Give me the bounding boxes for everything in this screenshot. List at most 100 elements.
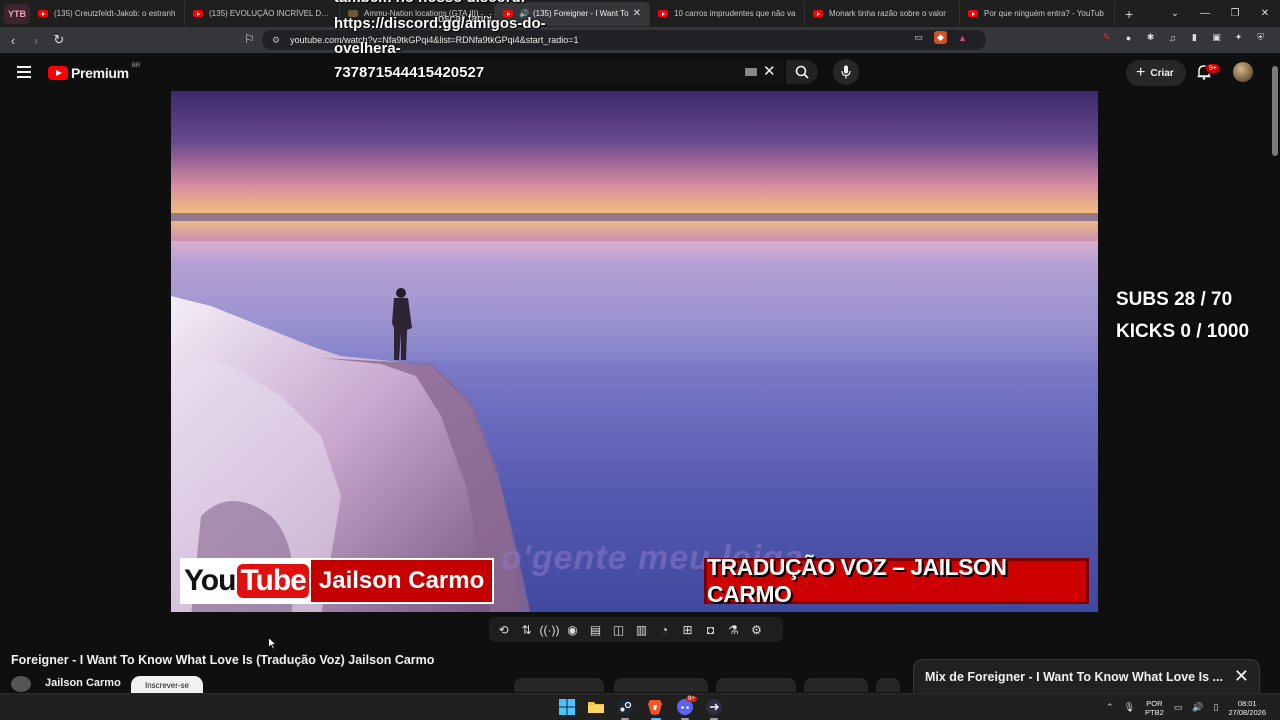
brave-rewards-icon[interactable]: ▲ — [956, 31, 969, 44]
window-controls: ⌄ — ❐ ✕ — [1160, 0, 1280, 27]
mix-title: Mix de Foreigner - I Want To Know What L… — [925, 670, 1223, 684]
overlay-line: ovelhera- — [334, 40, 401, 57]
close-window-icon[interactable]: ✕ — [1250, 8, 1280, 19]
cinema-icon[interactable]: ▤ — [587, 621, 604, 638]
standing-person-image — [392, 288, 412, 360]
back-icon[interactable]: ‹ — [3, 33, 23, 48]
create-label: Criar — [1150, 67, 1174, 79]
watermark-tube: Tube — [237, 564, 309, 598]
horizon-mountains — [171, 213, 1098, 221]
tab-list-chevron-icon[interactable]: ⌄ — [1160, 8, 1190, 19]
vpn-icon[interactable]: ⛨ — [1254, 31, 1267, 44]
create-button[interactable]: + Criar — [1126, 60, 1186, 86]
speed-icon[interactable]: ◔ — [656, 621, 673, 638]
system-tray: ⌃ 🎙 POR PTB2 ▭ 🔊 ▯ 08:01 27/08/2026 — [1106, 694, 1280, 720]
account-avatar[interactable] — [1233, 62, 1253, 82]
tab-title: (135) Foreigner - I Want To — [532, 9, 629, 18]
video-player[interactable]: You Tube Jailson Carmo o'gente meu leiga… — [171, 91, 1098, 612]
channel-name[interactable]: Jailson Carmo — [45, 677, 121, 689]
remix-button[interactable] — [716, 678, 796, 692]
app-icon[interactable] — [705, 698, 723, 716]
screenshot-icon[interactable]: ◘ — [702, 621, 719, 638]
keyboard-icon[interactable] — [745, 68, 757, 76]
loop-icon[interactable]: ⟲ — [495, 621, 512, 638]
windows-taskbar: 9+ ⌃ 🎙 POR PTB2 ▭ 🔊 ▯ 08:01 27/08/2026 — [0, 693, 1280, 720]
channel-avatar[interactable] — [11, 676, 31, 692]
sort-icon[interactable]: ⇅ — [518, 621, 535, 638]
share-button[interactable] — [614, 678, 708, 692]
reload-icon[interactable]: ↻ — [49, 32, 69, 48]
wallet-icon[interactable]: ▣ — [1210, 31, 1223, 44]
tab-title: Monark tinha razão sobre o valor — [829, 9, 946, 18]
tab-group-label[interactable]: YTB — [4, 3, 30, 24]
restore-icon[interactable]: ❐ — [1220, 8, 1250, 19]
more-actions-button[interactable] — [876, 678, 900, 692]
clear-search-icon[interactable]: ✕ — [763, 62, 776, 80]
hamburger-menu-icon[interactable] — [17, 66, 31, 81]
overlay-line: https://discord.gg/amigos-do- — [334, 15, 546, 32]
discord-badge: 9+ — [686, 696, 697, 702]
scrollbar-thumb[interactable] — [1272, 66, 1278, 156]
youtube-icon — [813, 10, 823, 17]
voice-search-button[interactable] — [833, 59, 859, 85]
logo-text: Premium — [71, 65, 129, 81]
view-icon[interactable]: ◉ — [564, 621, 581, 638]
watermark-channel-name: Jailson Carmo — [310, 560, 493, 602]
browser-tab[interactable]: 10 carros imprudentes que não va — [650, 1, 805, 26]
brave-browser-icon[interactable] — [646, 698, 664, 716]
settings-gear-icon[interactable]: ⚙ — [748, 621, 765, 638]
keyboard-layout: PTB2 — [1145, 707, 1164, 717]
cast-icon[interactable]: ▭ — [912, 31, 925, 44]
microphone-tray-icon[interactable]: 🎙 — [1124, 702, 1135, 713]
steam-icon[interactable] — [616, 698, 634, 716]
extension-icon[interactable]: ● — [1122, 31, 1135, 44]
browser-tab[interactable]: Monark tinha razão sobre o valor — [805, 1, 960, 26]
browser-tab[interactable]: Por que ninguém entra? - YouTub — [960, 1, 1115, 26]
network-icon[interactable]: ▭ — [1174, 702, 1183, 713]
pip-icon[interactable]: ◫ — [610, 621, 627, 638]
language-code: POR — [1146, 698, 1163, 708]
mix-playlist-panel[interactable]: Mix de Foreigner - I Want To Know What L… — [913, 659, 1260, 693]
brave-shield-icon[interactable]: ◆ — [934, 31, 947, 44]
extension-icons: ▭ ◆ ▲ — [912, 31, 969, 44]
close-tab-icon[interactable]: ✕ — [633, 8, 641, 19]
search-icon — [795, 65, 809, 79]
subscribe-button[interactable]: Inscrever-se — [131, 676, 203, 694]
menu-icon[interactable]: ≡ — [1276, 31, 1280, 44]
toolbar-icons: ✎ ● ✱ ♫ ▮ ▣ ✦ ⛨ ≡ — [1100, 31, 1280, 44]
filmstrip-icon[interactable]: ▥ — [633, 621, 650, 638]
tray-chevron-icon[interactable]: ⌃ — [1106, 702, 1114, 713]
close-icon[interactable]: ✕ — [1234, 666, 1249, 687]
video-title: Foreigner - I Want To Know What Love Is … — [11, 653, 435, 667]
music-icon[interactable]: ♫ — [1166, 31, 1179, 44]
extension-icon[interactable]: ✎ — [1100, 31, 1113, 44]
audio-icon[interactable]: ((·)) — [540, 621, 560, 638]
bookmark-icon[interactable]: ⚐ — [244, 32, 255, 46]
language-indicator[interactable]: POR PTB2 — [1145, 699, 1164, 717]
kicks-counter: KICKS 0 / 1000 — [1116, 321, 1250, 342]
sidebar-icon[interactable]: ▮ — [1188, 31, 1201, 44]
minimize-icon[interactable]: — — [1190, 8, 1220, 19]
leo-icon[interactable]: ✦ — [1232, 31, 1245, 44]
search-button[interactable] — [786, 60, 818, 84]
new-tab-icon[interactable]: + — [1125, 6, 1133, 22]
browser-navbar: ‹ › ↻ ⚐ ⚙ youtube.com/watch?v=Nfa9tkGPqi… — [0, 27, 1280, 53]
browser-tab[interactable]: (135) Creutzfeldt-Jakob: o estranh — [30, 1, 185, 26]
file-explorer-icon[interactable] — [587, 698, 605, 716]
tab-title: (135) Creutzfeldt-Jakob: o estranh — [54, 9, 176, 18]
windows-start-icon[interactable] — [558, 698, 576, 716]
clock[interactable]: 08:01 27/08/2026 — [1228, 699, 1266, 717]
add-icon[interactable]: ⊞ — [679, 621, 696, 638]
translation-watermark: TRADUÇÃO VOZ – JAILSON CARMO — [704, 554, 1089, 607]
puzzle-icon[interactable]: ✱ — [1144, 31, 1157, 44]
site-info-icon[interactable]: ⚙ — [272, 35, 280, 46]
notification-badge: 9+ — [1205, 63, 1221, 74]
battery-icon[interactable]: ▯ — [1214, 702, 1219, 713]
like-button[interactable] — [514, 678, 604, 692]
forward-icon[interactable]: › — [26, 33, 46, 48]
save-button[interactable] — [804, 678, 868, 692]
youtube-logo[interactable]: Premium BR — [48, 63, 140, 81]
volume-icon[interactable]: 🔊 — [1192, 702, 1203, 713]
browser-tab[interactable]: (135) EVOLUÇÃO INCRÍVEL DO GT — [185, 1, 340, 26]
flask-icon[interactable]: ⚗ — [725, 621, 742, 638]
